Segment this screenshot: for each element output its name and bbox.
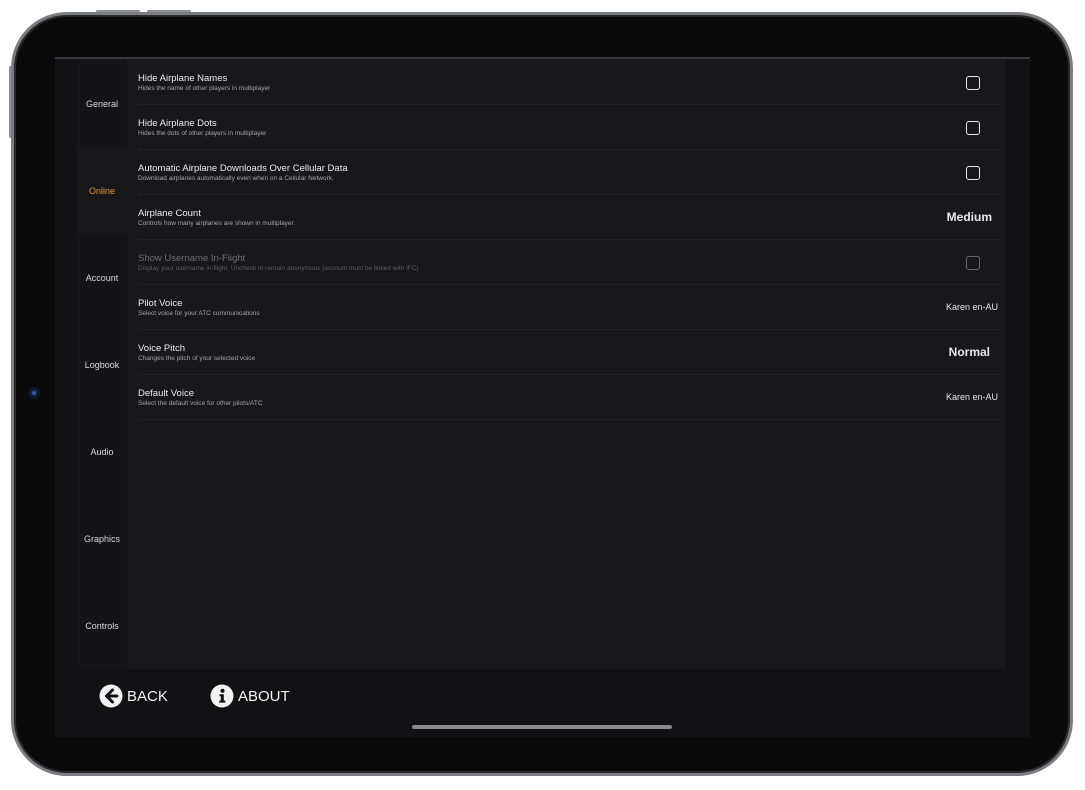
cellular-downloads-checkbox[interactable]	[966, 166, 980, 180]
setting-row-airplane-count[interactable]: Airplane Count Controls how many airplan…	[138, 195, 1002, 240]
hide-airplane-dots-checkbox[interactable]	[966, 121, 980, 135]
back-button[interactable]: BACK	[99, 684, 168, 708]
show-username-checkbox	[966, 256, 980, 270]
setting-row-show-username: Show Username In-Flight Display your use…	[138, 240, 1002, 285]
about-label: ABOUT	[238, 687, 290, 705]
sidebar-item-logbook[interactable]: Logbook	[77, 321, 127, 408]
settings-panel: General Online Account Logbook Audio Gra…	[77, 60, 1006, 669]
sidebar-item-label: Graphics	[83, 533, 120, 544]
setting-description: Changes the pitch of your selected voice	[138, 355, 256, 362]
setting-description: Hides the name of other players in multi…	[138, 85, 271, 92]
sidebar-item-label: Logbook	[84, 359, 120, 370]
info-icon	[210, 684, 234, 708]
setting-title: Automatic Airplane Downloads Over Cellul…	[138, 163, 348, 174]
back-label: BACK	[127, 687, 168, 705]
setting-row-hide-airplane-dots: Hide Airplane Dots Hides the dots of oth…	[138, 105, 1002, 150]
sidebar-item-label: General	[85, 98, 119, 109]
setting-description: Select the default voice for other pilot…	[138, 400, 263, 407]
setting-description: Download airplanes automatically even wh…	[138, 175, 334, 182]
setting-row-pilot-voice[interactable]: Pilot Voice Select voice for your ATC co…	[138, 285, 1002, 330]
default-voice-value[interactable]: Karen en-AU	[946, 375, 998, 420]
sidebar-item-label: Online	[88, 185, 115, 196]
voice-pitch-value[interactable]: Normal	[949, 330, 990, 375]
setting-row-voice-pitch[interactable]: Voice Pitch Changes the pitch of your se…	[138, 330, 1002, 375]
setting-title: Hide Airplane Dots	[138, 118, 217, 129]
hide-airplane-names-checkbox[interactable]	[966, 76, 980, 90]
setting-description: Hides the dots of other players in multi…	[138, 130, 267, 137]
home-indicator[interactable]	[412, 725, 672, 729]
setting-title: Show Username In-Flight	[138, 253, 246, 264]
about-button[interactable]: ABOUT	[210, 684, 290, 708]
setting-row-hide-airplane-names: Hide Airplane Names Hides the name of ot…	[138, 60, 1002, 105]
settings-sidebar: General Online Account Logbook Audio Gra…	[77, 60, 127, 669]
setting-title: Hide Airplane Names	[138, 73, 228, 84]
setting-title: Pilot Voice	[138, 298, 183, 309]
sidebar-item-online[interactable]: Online	[77, 147, 127, 234]
setting-row-cellular-downloads: Automatic Airplane Downloads Over Cellul…	[138, 150, 1002, 195]
camera	[28, 387, 40, 399]
sidebar-item-audio[interactable]: Audio	[77, 408, 127, 495]
sidebar-item-label: Account	[85, 272, 119, 283]
sidebar-item-account[interactable]: Account	[77, 234, 127, 321]
sidebar-item-graphics[interactable]: Graphics	[77, 495, 127, 582]
sidebar-item-controls[interactable]: Controls	[77, 582, 127, 669]
setting-row-default-voice[interactable]: Default Voice Select the default voice f…	[138, 375, 1002, 420]
setting-description: Display your username in-flight. Uncheck…	[138, 265, 419, 272]
setting-title: Voice Pitch	[138, 343, 185, 354]
setting-description: Controls how many airplanes are shown in…	[138, 220, 296, 227]
sidebar-item-label: Audio	[90, 446, 114, 457]
setting-title: Airplane Count	[138, 208, 201, 219]
airplane-count-value[interactable]: Medium	[947, 195, 992, 240]
pilot-voice-value[interactable]: Karen en-AU	[946, 285, 998, 330]
back-arrow-icon	[99, 684, 123, 708]
settings-screen: General Online Account Logbook Audio Gra…	[55, 57, 1030, 737]
sidebar-item-general[interactable]: General	[77, 60, 127, 147]
setting-title: Default Voice	[138, 388, 194, 399]
sidebar-item-label: Controls	[85, 620, 119, 631]
setting-description: Select voice for your ATC communications	[138, 310, 260, 317]
